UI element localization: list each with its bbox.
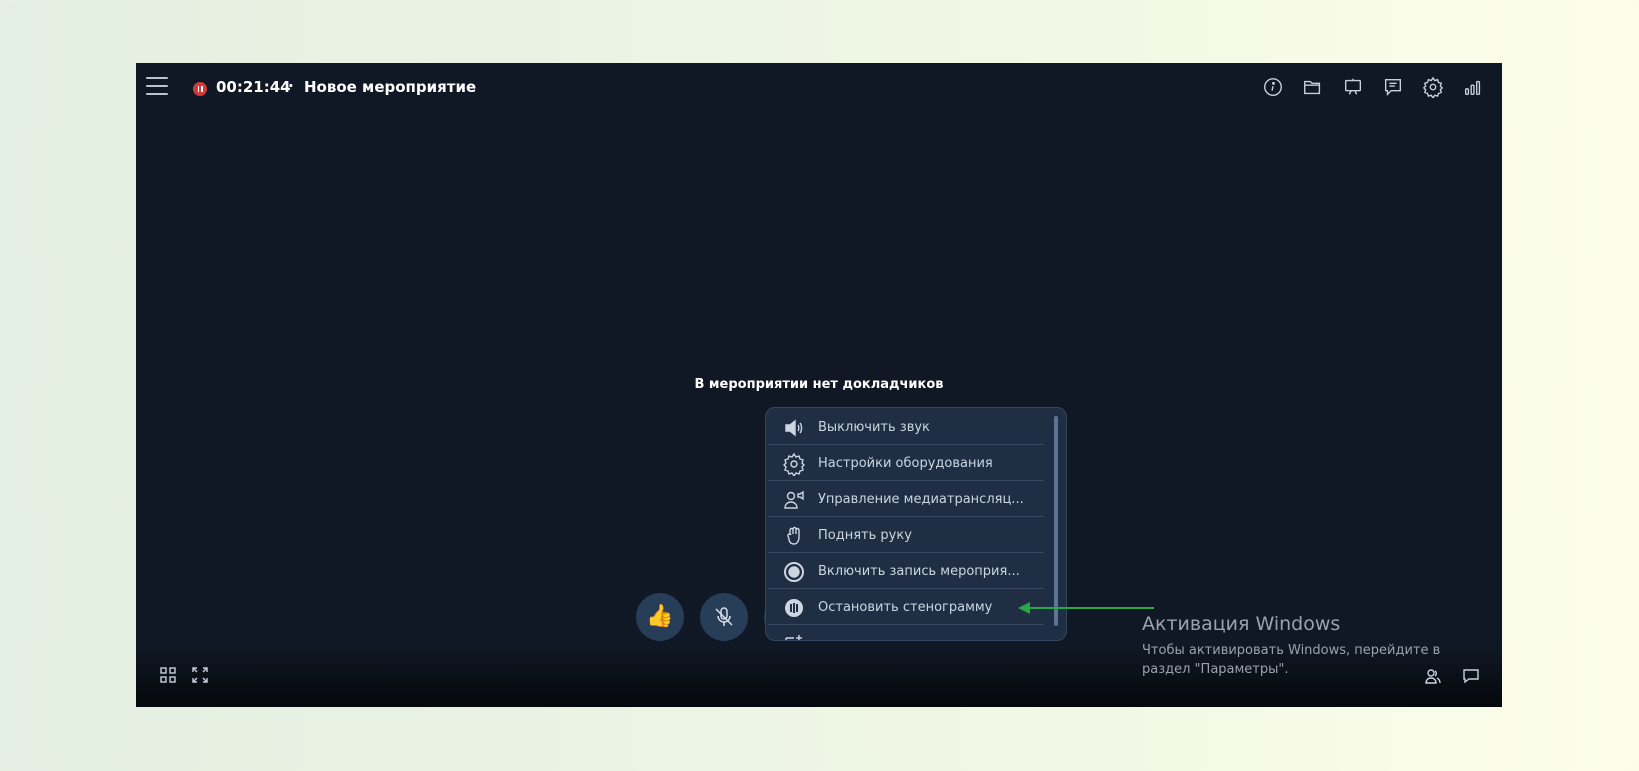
raise-hand-icon [780, 522, 808, 550]
windows-activation-watermark: Активация Windows Чтобы активировать Win… [1142, 613, 1462, 679]
menu-item-label: Поднять руку [818, 528, 912, 543]
recording-indicator-icon [193, 82, 207, 96]
grid-layout-icon[interactable] [160, 667, 176, 683]
media-broadcast-icon [780, 486, 808, 514]
record-icon [780, 558, 808, 586]
annotation-arrow-line [1028, 607, 1154, 609]
call-timer: 00:21:44 [216, 78, 291, 96]
menu-item-stop-transcript[interactable]: Остановить стенограмму [768, 590, 1044, 625]
presentation-board-icon[interactable] [1342, 76, 1364, 98]
thumbs-up-button[interactable]: 👍 [636, 593, 684, 641]
menu-item-raise-hand[interactable]: Поднять руку [768, 518, 1044, 553]
fullscreen-icon[interactable] [192, 667, 208, 683]
gear-icon[interactable] [1422, 76, 1444, 100]
title-separator: · [288, 77, 294, 95]
menu-divider [768, 624, 1044, 625]
menu-item-label: Выключить звук [818, 420, 930, 435]
menu-item-start-recording[interactable]: Включить запись мероприя... [768, 554, 1044, 589]
hamburger-menu-icon[interactable] [146, 77, 168, 97]
menu-item-mute-sound[interactable]: Выключить звук [768, 410, 1044, 445]
menu-divider [768, 444, 1044, 445]
thumbs-up-icon: 👍 [646, 604, 674, 629]
menu-item-label: Включить запись мероприя... [818, 564, 1020, 579]
chat-list-icon[interactable] [1382, 76, 1404, 98]
menu-divider [768, 552, 1044, 553]
menu-item-label: Остановить стенограмму [818, 600, 993, 615]
top-bar: 00:21:44 · Новое мероприятие [136, 63, 1502, 113]
menu-scrollbar[interactable] [1054, 416, 1058, 626]
top-toolbar [1262, 76, 1484, 100]
layout-controls [160, 667, 208, 683]
menu-divider [768, 588, 1044, 589]
watermark-text: Чтобы активировать Windows, перейдите в … [1142, 643, 1441, 677]
menu-divider [768, 516, 1044, 517]
watermark-title: Активация Windows [1142, 613, 1341, 635]
info-icon[interactable] [1262, 76, 1284, 98]
add-icon [780, 630, 808, 640]
microphone-button[interactable] [700, 593, 748, 641]
menu-item-label: Настройки оборудования [818, 456, 993, 471]
speaker-icon [780, 414, 808, 442]
menu-divider [768, 480, 1044, 481]
event-title: Новое мероприятие [304, 78, 477, 96]
folder-icon[interactable] [1302, 76, 1324, 98]
menu-item-add[interactable] [768, 626, 1044, 640]
microphone-off-icon [715, 607, 733, 626]
gear-icon [780, 450, 808, 478]
menu-item-hardware-settings[interactable]: Настройки оборудования [768, 446, 1044, 481]
annotation-arrow-head [1018, 602, 1030, 614]
chat-icon[interactable] [1462, 667, 1480, 685]
stop-transcript-icon [780, 594, 808, 622]
signal-bars-icon[interactable] [1462, 76, 1484, 98]
menu-item-label: Управление медиатрансляц... [818, 492, 1024, 507]
menu-item-media-broadcast[interactable]: Управление медиатрансляц... [768, 482, 1044, 517]
no-speakers-message: В мероприятии нет докладчиков [694, 377, 944, 392]
